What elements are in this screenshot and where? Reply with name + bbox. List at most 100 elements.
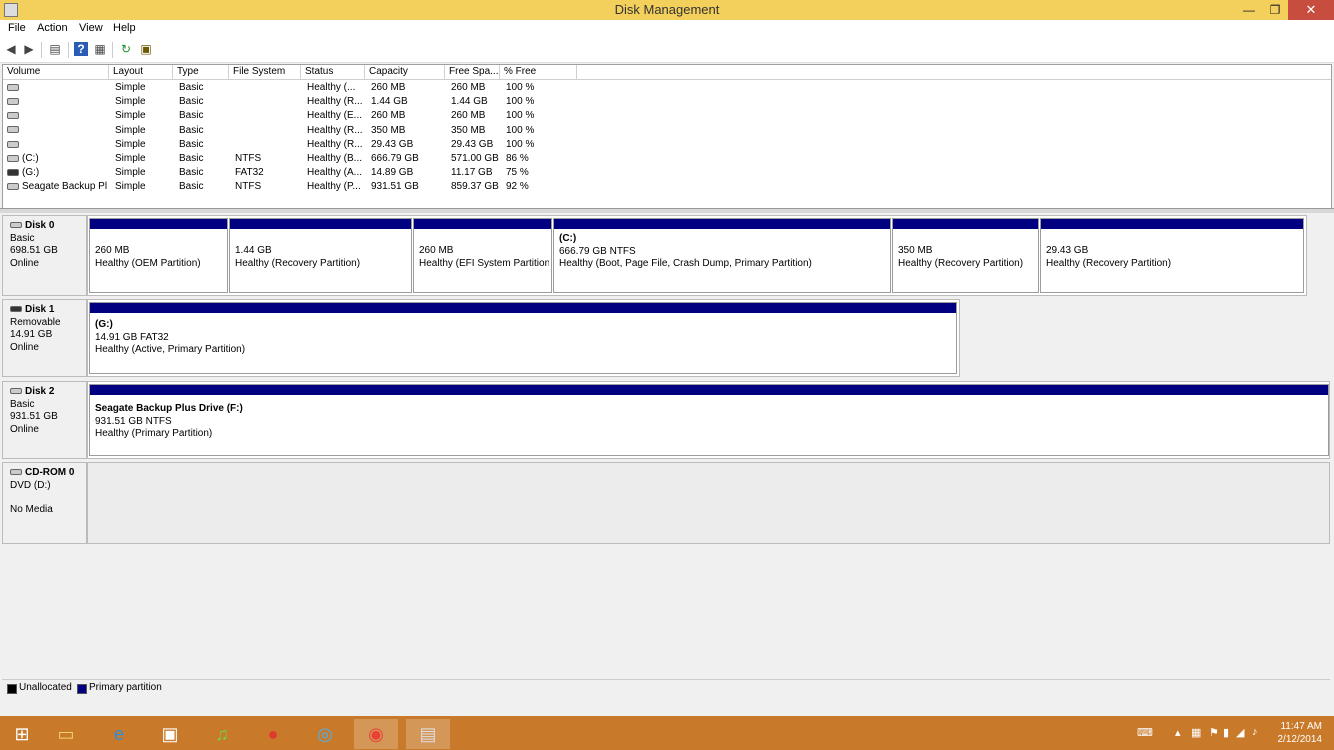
windows-start-icon[interactable]: ⊞ [0, 719, 44, 749]
volume-fs-cell: NTFS [235, 153, 262, 164]
disk-management-taskbar-icon[interactable]: ▤ [406, 719, 450, 749]
toolbar: ◀ ▶ ▤ ? ▦ ↻ ▣ [0, 38, 1334, 63]
keyboard-icon[interactable]: ⌨ [1137, 726, 1153, 739]
menu-file[interactable]: File [8, 22, 26, 34]
volume-cell: (G:) [7, 166, 107, 180]
media-app-icon[interactable]: ▣ [148, 719, 192, 749]
volume-row[interactable]: (G:) Simple Basic FAT32 Healthy (A... 14.89 G… [3, 166, 583, 180]
volume-free-cell: 11.17 GB [451, 167, 493, 179]
disk-1-partitions: (G:) 14.91 GB FAT32 Healthy (Active, Pri… [87, 299, 960, 377]
column-header-layout[interactable]: Layout [109, 65, 173, 79]
disk-0-partition[interactable]: 29.43 GB Healthy (Recovery Partition) [1040, 218, 1304, 293]
column-header-free-space[interactable]: Free Spa... [445, 65, 500, 79]
volume-name: Seagate Backup Pl... [22, 181, 107, 193]
column-header-percent-free[interactable]: % Free [500, 65, 577, 79]
file-explorer-icon[interactable]: ▭ [44, 719, 88, 749]
forward-arrow-icon[interactable]: ▶ [22, 42, 36, 56]
volume-free-cell: 571.00 GB [451, 153, 499, 164]
partition-size: 666.79 GB NTFS [559, 245, 636, 257]
legend-primary-partition: Primary partition [89, 682, 162, 693]
volume-pct-cell: 100 % [506, 124, 535, 136]
record-app-icon[interactable]: ● [251, 719, 295, 749]
column-header-status[interactable]: Status [301, 65, 365, 79]
cdrom-0-state: No Media [10, 504, 53, 515]
partition-title: (C:) [559, 233, 577, 244]
volume-layout-cell: Simple [115, 96, 146, 108]
volume-row[interactable]: Simple Basic Healthy (R... 1.44 GB 1.44 GB 10… [3, 95, 583, 109]
disk-0-partition[interactable]: 260 MB Healthy (EFI System Partition [413, 218, 552, 293]
cd-drive-icon [10, 469, 22, 476]
disk-0-partitions: 260 MB Healthy (OEM Partition) 1.44 GB H… [87, 215, 1307, 296]
disk-0-label[interactable]: Disk 0 Basic 698.51 GB Online [2, 215, 87, 296]
volume-drive-icon [7, 83, 19, 91]
chrome-icon[interactable]: ◉ [354, 719, 398, 749]
disk-1-label[interactable]: Disk 1 Removable 14.91 GB Online [2, 299, 87, 377]
refresh-icon[interactable]: ↻ [119, 42, 133, 56]
disk-2-state: Online [10, 423, 39, 435]
disk-2-partition-f[interactable]: Seagate Backup Plus Drive (F:) 931.51 GB… [89, 384, 1329, 456]
disk-0-partition-c[interactable]: (C:) 666.79 GB NTFS Healthy (Boot, Page … [553, 218, 891, 293]
disk-2-name: Disk 2 [25, 386, 55, 397]
column-header-file-system[interactable]: File System [229, 65, 301, 79]
properties-icon[interactable]: ▦ [93, 42, 107, 56]
rescan-disks-icon[interactable]: ▣ [139, 42, 153, 56]
disc-app-icon[interactable]: ◎ [303, 719, 347, 749]
volume-row[interactable]: Seagate Backup Pl... Simple Basic NTFS Healt… [3, 180, 583, 194]
close-button[interactable]: ✕ [1288, 0, 1334, 20]
volume-row[interactable]: Simple Basic Healthy (... 260 MB 260 MB 100 % [3, 81, 583, 95]
disk-2-label[interactable]: Disk 2 Basic 931.51 GB Online [2, 381, 87, 459]
action-center-icon[interactable]: ▦ [1191, 726, 1201, 739]
volume-status-cell: Healthy (... [307, 82, 356, 93]
volume-row[interactable]: Simple Basic Healthy (R... 350 MB 350 MB 100 … [3, 124, 583, 138]
menu-action[interactable]: Action [37, 22, 68, 34]
system-clock[interactable]: 11:47 AM 2/12/2014 [1278, 720, 1323, 746]
volume-capacity-cell: 666.79 GB [371, 153, 419, 164]
console-tree-icon[interactable]: ▤ [48, 42, 62, 56]
volume-row[interactable]: Simple Basic Healthy (R... 29.43 GB 29.43 GB… [3, 138, 583, 152]
menu-help[interactable]: Help [113, 22, 136, 34]
toolbar-divider [41, 42, 42, 58]
music-app-icon[interactable]: ♫ [200, 719, 244, 749]
disk-0-partition[interactable]: 260 MB Healthy (OEM Partition) [89, 218, 228, 293]
volume-drive-icon [7, 154, 19, 162]
minimize-button[interactable]: — [1236, 0, 1262, 20]
flag-icon[interactable]: ⚑ [1209, 726, 1219, 739]
tray-expand-icon[interactable]: ▴ [1175, 726, 1181, 739]
cdrom-0-label[interactable]: CD-ROM 0 DVD (D:) No Media [2, 462, 87, 544]
volume-type-cell: Basic [179, 167, 204, 179]
volume-cell: (C:) [7, 152, 107, 166]
disk-1-partition-g[interactable]: (G:) 14.91 GB FAT32 Healthy (Active, Pri… [89, 302, 957, 374]
volume-drive-icon [7, 183, 19, 191]
menu-bar: File Action View Help [0, 20, 1334, 38]
disk-0-size: 698.51 GB [10, 245, 58, 256]
network-icon[interactable]: ◢ [1236, 726, 1244, 739]
disk-0-partition[interactable]: 350 MB Healthy (Recovery Partition) [892, 218, 1039, 293]
partition-status: Healthy (Boot, Page File, Crash Dump, Pr… [559, 258, 812, 269]
help-icon[interactable]: ? [74, 42, 88, 56]
internet-explorer-icon[interactable]: e [97, 719, 141, 749]
volume-type-cell: Basic [179, 181, 204, 193]
volume-layout-cell: Simple [115, 167, 146, 179]
column-header-volume[interactable]: Volume [3, 65, 109, 79]
battery-icon[interactable]: ▮ [1223, 726, 1229, 739]
partition-title: (G:) [95, 319, 113, 330]
primary-partition-bar [414, 219, 551, 229]
volume-drive-icon [7, 140, 19, 148]
volume-list: Volume Layout Type File System Status Ca… [2, 64, 1332, 210]
maximize-button[interactable]: ❐ [1262, 0, 1288, 20]
back-arrow-icon[interactable]: ◀ [4, 42, 18, 56]
volume-free-cell: 260 MB [451, 110, 486, 122]
column-header-type[interactable]: Type [173, 65, 229, 79]
disk-graphical-view: Disk 0 Basic 698.51 GB Online 260 MB Hea… [2, 213, 1330, 678]
disk-0-partition[interactable]: 1.44 GB Healthy (Recovery Partition) [229, 218, 412, 293]
volume-icon[interactable]: ♪ [1252, 726, 1258, 738]
volume-row[interactable]: (C:) Simple Basic NTFS Healthy (B... 666.79 G… [3, 152, 583, 166]
column-header-capacity[interactable]: Capacity [365, 65, 445, 79]
menu-view[interactable]: View [79, 22, 103, 34]
volume-capacity-cell: 29.43 GB [371, 138, 414, 150]
volume-row[interactable]: Simple Basic Healthy (E... 260 MB 260 MB 100 … [3, 109, 583, 123]
volume-fs-cell [235, 81, 299, 95]
disk-2-partitions: Seagate Backup Plus Drive (F:) 931.51 GB… [87, 381, 1330, 459]
partition-size: 260 MB [95, 245, 130, 256]
volume-type-cell: Basic [179, 110, 204, 122]
